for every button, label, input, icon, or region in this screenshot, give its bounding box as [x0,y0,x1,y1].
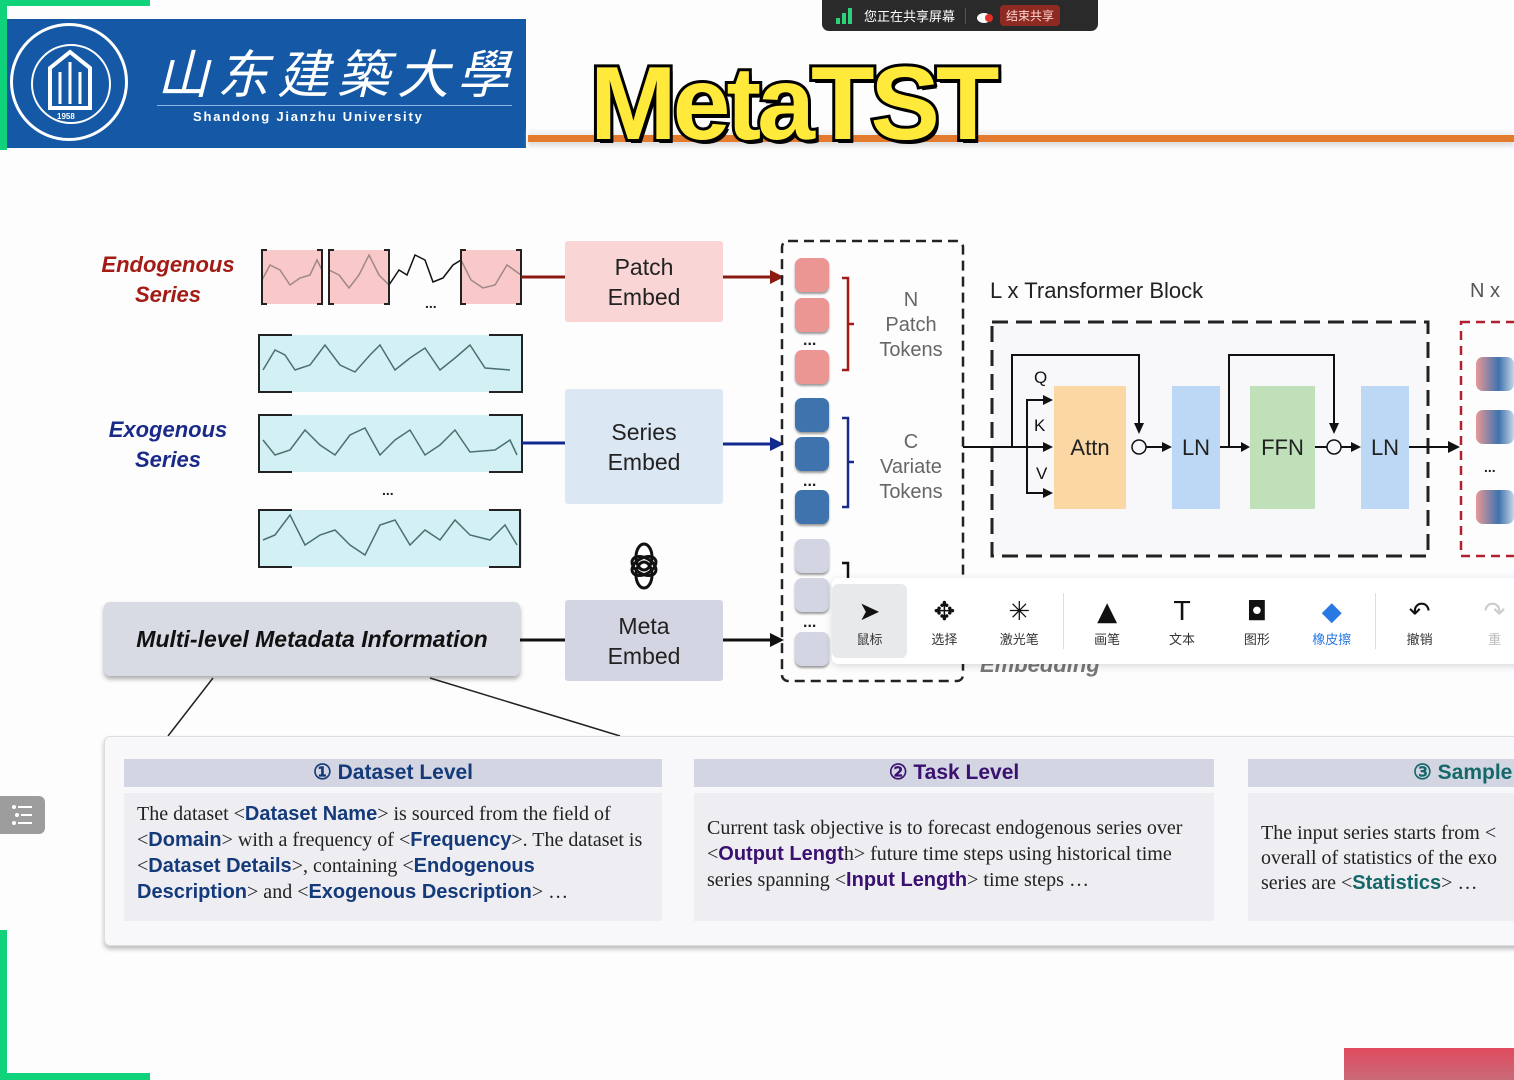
level-body: Current task objective is to forecast en… [694,793,1214,921]
body-text: The dataset < [137,803,245,825]
task-level-card: ② Task Level Current task objective is t… [694,759,1214,921]
tool-label: 选择 [931,632,958,648]
placeholder-field: Statistics [1352,872,1442,894]
tool-label: 文本 [1169,632,1196,648]
variate-tokens-label: C Variate Tokens [879,431,943,503]
patch-tokens-label: N Patch Tokens [879,289,943,361]
ellipsis: ... [803,473,817,490]
cursor-icon: ➤ [858,596,881,627]
eraser-icon: ◆ [1321,596,1342,627]
body-text: > time steps … [967,869,1089,891]
body-text: > … [531,881,569,903]
metadata-levels-panel: ① Dataset Level The dataset <Dataset Nam… [104,736,1514,946]
body-text: The input series starts from < [1261,822,1497,844]
body-text: > with a frequency of < [221,829,411,851]
variate-token [795,437,829,471]
transformer-block-label: L x Transformer Block [990,278,1204,303]
tool-move[interactable]: ✥ 选择 [907,584,982,658]
svg-text:...: ... [1484,459,1496,475]
toolbar-divider [1375,593,1377,649]
placeholder-field: Domain [148,829,222,851]
sample-level-card: ③ Sample The input series starts from < … [1248,759,1514,921]
meta-token [795,539,829,573]
body-text: overall of statistics of the exo [1261,847,1498,869]
laser-pointer-icon: ✳ [1008,596,1031,627]
body-text: series are < [1261,872,1353,894]
placeholder-field: Input Length [846,869,968,891]
slide-footer-bar [1344,1048,1514,1080]
move-icon: ✥ [933,596,956,627]
share-frame-left-bottom [0,930,7,1080]
tool-label: 画笔 [1094,632,1121,648]
shape-icon: ◘ [1246,596,1268,627]
body-text: > and < [247,881,309,903]
output-multiplier-label: N x [1470,280,1500,302]
tool-label: 重 [1488,632,1502,648]
undo-icon: ↶ [1408,596,1431,627]
level-header: ③ Sample [1248,759,1514,787]
query-label: Q [1034,368,1048,387]
tool-pen[interactable]: ▲ 画笔 [1070,584,1145,658]
value-label: V [1036,464,1048,483]
tool-text[interactable]: T 文本 [1145,584,1220,658]
toolbar-divider [1062,593,1064,649]
placeholder-field: Output Lengt [718,843,844,865]
placeholder-field: Frequency [410,829,512,851]
tool-label: 橡皮擦 [1312,632,1352,648]
tool-label: 鼠标 [856,632,883,648]
outline-toggle-button[interactable] [0,796,45,834]
list-icon [12,805,32,825]
tool-label: 激光笔 [999,632,1039,648]
annotation-toolbar: ➤ 鼠标 ✥ 选择 ✳ 激光笔 ▲ 画笔 T 文本 ◘ 图形 ◆ 橡皮擦 ↶ 撤销 ↷ 重 [832,578,1514,664]
layer-norm-box-2: LN [1361,386,1409,509]
meta-token [795,578,829,612]
tool-eraser[interactable]: ◆ 橡皮擦 [1294,584,1369,658]
tool-laser-pointer[interactable]: ✳ 激光笔 [982,584,1057,658]
level-header: ② Task Level [694,759,1214,787]
placeholder-field: Exogenous Description [308,881,532,903]
key-label: K [1034,416,1046,435]
pen-icon: ▲ [1097,596,1118,627]
patch-token [795,298,829,332]
tool-redo[interactable]: ↷ 重 [1457,584,1514,658]
level-header: ① Dataset Level [124,759,662,787]
share-frame-bottom [0,1073,150,1080]
meta-token [795,632,829,666]
dataset-level-card: ① Dataset Level The dataset <Dataset Nam… [124,759,662,921]
patch-token [795,350,829,384]
placeholder-field: Dataset Details [148,855,292,877]
tool-undo[interactable]: ↶ 撤销 [1382,584,1457,658]
level-body: The dataset <Dataset Name> is sourced fr… [124,793,662,921]
redo-icon: ↷ [1483,596,1506,627]
ffn-box: FFN [1250,386,1315,509]
text-icon: T [1174,596,1190,627]
tool-shape[interactable]: ◘ 图形 [1219,584,1294,658]
body-text: >, containing < [291,855,414,877]
ellipsis: ... [803,614,817,631]
ellipsis: ... [803,332,817,349]
variate-token [795,490,829,524]
layer-norm-box-1: LN [1172,386,1220,509]
attention-box: Attn [1054,386,1126,509]
patch-token [795,258,829,292]
tool-label: 图形 [1243,632,1270,648]
level-body: The input series starts from < overall o… [1248,793,1514,921]
variate-token [795,398,829,432]
tool-cursor[interactable]: ➤ 鼠标 [832,584,907,658]
body-text: > … [1441,872,1478,894]
tool-label: 撤销 [1406,632,1433,648]
placeholder-field: Dataset Name [244,803,378,825]
